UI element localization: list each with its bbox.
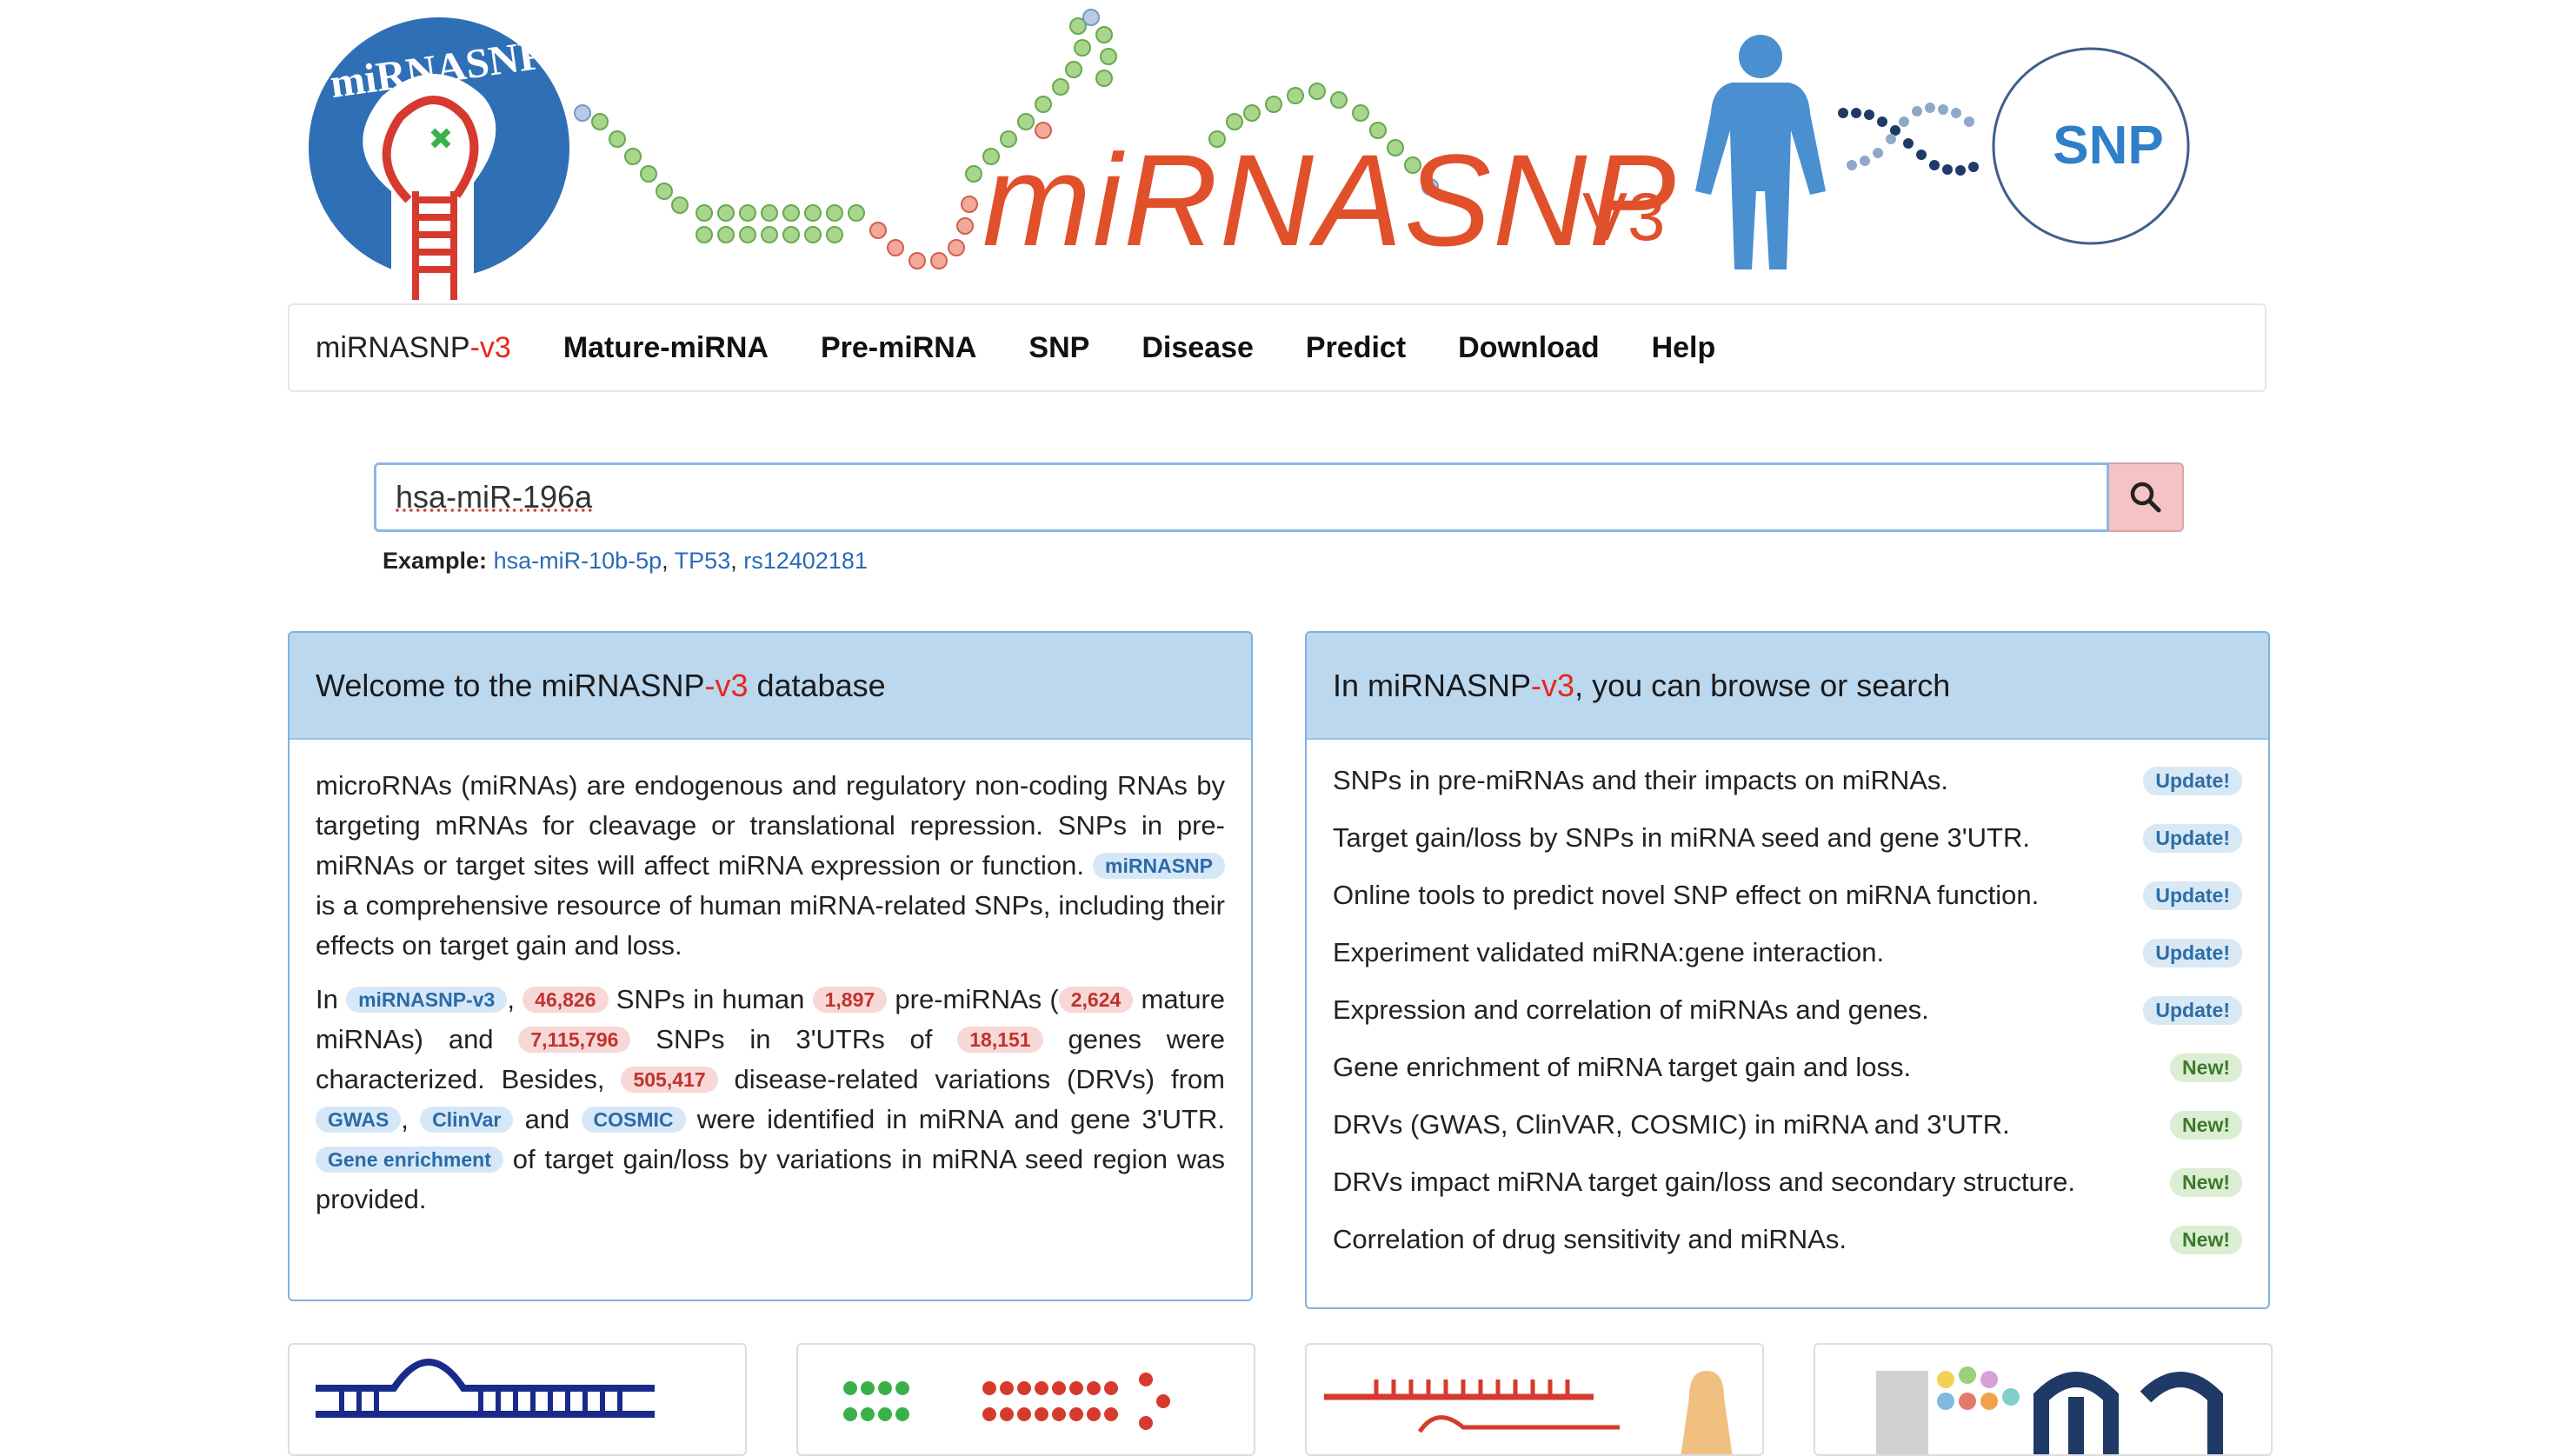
page: miRNASNP SNP miRNASNP V3 miRNASNP-v3 Mat… <box>0 0 2556 1456</box>
feature-item[interactable]: DRVs impact miRNA target gain/loss and s… <box>1333 1153 2242 1211</box>
new-badge: New! <box>2170 1167 2242 1197</box>
clinvar-tag[interactable]: ClinVar <box>420 1107 514 1133</box>
feature-list: SNPs in pre-miRNAs and their impacts on … <box>1307 740 2268 1268</box>
feature-item[interactable]: Target gain/loss by SNPs in miRNA seed a… <box>1333 809 2242 867</box>
stat-text: and <box>524 1104 570 1134</box>
example-link-mirna[interactable]: hsa-miR-10b-5p <box>494 548 662 574</box>
stat-text: disease-related variations (DRVs) from <box>734 1064 1225 1094</box>
mirnasnp-tag[interactable]: miRNASNP <box>1093 853 1225 879</box>
intro-paragraph-1: microRNAs (miRNAs) are endogenous and re… <box>316 766 1225 966</box>
gene-enrichment-tag[interactable]: Gene enrichment <box>316 1147 503 1173</box>
browse-title-prefix: In miRNASNP <box>1333 667 1532 703</box>
update-badge: Update! <box>2143 938 2242 967</box>
welcome-panel-title: Welcome to the miRNASNP -v3 database <box>290 633 1251 740</box>
snp-label: SNP <box>2053 116 2163 176</box>
feature-item[interactable]: DRVs (GWAS, ClinVAR, COSMIC) in miRNA an… <box>1333 1096 2242 1153</box>
nav-item-download[interactable]: Download <box>1458 331 1599 365</box>
thumbnail-disease[interactable] <box>1814 1343 2273 1456</box>
feature-text: Gene enrichment of miRNA target gain and… <box>1333 1052 1912 1082</box>
intro-paragraph-2: In miRNASNP-v3, 46,826 SNPs in human 1,8… <box>316 984 1226 1214</box>
search-examples: Example: hsa-miR-10b-5p, TP53, rs1240218… <box>383 548 868 574</box>
gwas-tag[interactable]: GWAS <box>316 1107 402 1133</box>
welcome-panel: Welcome to the miRNASNP -v3 database micr… <box>288 631 1253 1301</box>
hairpin-structure-icon <box>843 1373 1170 1430</box>
nav-item-pre-mirna[interactable]: Pre-miRNA <box>821 331 976 365</box>
banner-version: V3 <box>1582 178 1666 255</box>
new-badge: New! <box>2170 1225 2242 1254</box>
welcome-title-suffix: database <box>748 667 886 703</box>
nav-item-mature-mirna[interactable]: Mature-miRNA <box>563 331 769 365</box>
search-icon <box>2130 482 2161 513</box>
mature-mirna-count-badge[interactable]: 2,624 <box>1058 987 1134 1013</box>
welcome-intro: microRNAs (miRNAs) are endogenous and re… <box>290 740 1251 1220</box>
feature-text: Expression and correlation of miRNAs and… <box>1333 994 1929 1025</box>
feature-text: DRVs (GWAS, ClinVAR, COSMIC) in miRNA an… <box>1333 1109 2010 1140</box>
nav-item-snp[interactable]: SNP <box>1028 331 1089 365</box>
thumbnail-snp[interactable] <box>1305 1343 1764 1456</box>
top-navbar: miRNASNP-v3 Mature-miRNA Pre-miRNA SNP D… <box>288 303 2266 392</box>
thumbnail-pre-mirna[interactable] <box>796 1343 1255 1456</box>
feature-item[interactable]: Experiment validated miRNA:gene interact… <box>1333 924 2242 981</box>
snp-target-icon <box>1324 1371 1733 1454</box>
utr-snp-count-badge[interactable]: 7,115,796 <box>518 1027 631 1053</box>
feature-text: DRVs impact miRNA target gain/loss and s… <box>1333 1167 2076 1197</box>
update-badge: Update! <box>2143 766 2242 795</box>
browse-panel: In miRNASNP -v3, you can browse or search… <box>1305 631 2270 1309</box>
example-link-gene[interactable]: TP53 <box>675 548 731 574</box>
stat-text: were identified in miRNA and gene 3'UTR. <box>696 1104 1225 1134</box>
example-link-snp[interactable]: rs12402181 <box>743 548 868 574</box>
feature-item[interactable]: Gene enrichment of miRNA target gain and… <box>1333 1039 2242 1096</box>
intro-text-tail: is a comprehensive resource of human miR… <box>316 890 1225 961</box>
search-bar <box>374 462 2184 532</box>
snp-count-badge[interactable]: 46,826 <box>523 987 609 1013</box>
feature-text: Experiment validated miRNA:gene interact… <box>1333 937 1885 967</box>
nav-brand-link[interactable]: miRNASNP-v3 <box>316 331 511 365</box>
browse-panel-title: In miRNASNP -v3, you can browse or search <box>1307 633 2268 740</box>
feature-item[interactable]: SNPs in pre-miRNAs and their impacts on … <box>1333 752 2242 809</box>
example-label: Example: <box>383 548 488 574</box>
feature-text: SNPs in pre-miRNAs and their impacts on … <box>1333 765 1949 795</box>
welcome-title-version: -v3 <box>704 667 749 703</box>
feature-item[interactable]: Correlation of drug sensitivity and miRN… <box>1333 1211 2242 1268</box>
update-badge: Update! <box>2143 881 2242 910</box>
update-badge: Update! <box>2143 823 2242 853</box>
new-badge: New! <box>2170 1053 2242 1082</box>
gene-count-badge[interactable]: 18,151 <box>957 1027 1043 1053</box>
feature-text: Target gain/loss by SNPs in miRNA seed a… <box>1333 822 2030 853</box>
cosmic-tag[interactable]: COSMIC <box>581 1107 686 1133</box>
banner-title: miRNASNP <box>982 127 1678 273</box>
dna-dots-decoration <box>1838 103 1979 176</box>
drv-count-badge[interactable]: 505,417 <box>621 1067 718 1093</box>
site-banner: miRNASNP SNP miRNASNP V3 <box>287 0 2286 304</box>
nav-item-predict[interactable]: Predict <box>1306 331 1406 365</box>
update-badge: Update! <box>2143 995 2242 1025</box>
intro-text: microRNAs (miRNAs) are endogenous and re… <box>316 770 1225 881</box>
db-version-tag[interactable]: miRNASNP-v3 <box>346 987 508 1013</box>
stat-text: In <box>316 984 338 1014</box>
nav-brand-suffix: -v3 <box>469 330 511 364</box>
feature-item[interactable]: Expression and correlation of miRNAs and… <box>1333 981 2242 1039</box>
stat-text: pre-miRNAs ( <box>895 984 1059 1014</box>
stat-text: SNPs in human <box>616 984 805 1014</box>
disease-network-icon <box>1876 1366 2223 1454</box>
search-input[interactable] <box>374 462 2109 532</box>
browse-title-version: -v3 <box>1531 667 1575 703</box>
feature-item[interactable]: Online tools to predict novel SNP effect… <box>1333 867 2242 924</box>
nav-brand-prefix: miRNASNP <box>316 330 470 364</box>
browse-title-suffix: , you can browse or search <box>1574 667 1951 703</box>
search-button[interactable] <box>2109 462 2184 532</box>
nav-item-disease[interactable]: Disease <box>1142 331 1254 365</box>
pre-mirna-count-badge[interactable]: 1,897 <box>812 987 888 1013</box>
stat-text: SNPs in 3'UTRs of <box>656 1024 933 1054</box>
feature-text: Correlation of drug sensitivity and miRN… <box>1333 1224 1847 1254</box>
welcome-title-prefix: Welcome to the miRNASNP <box>316 667 705 703</box>
feature-text: Online tools to predict novel SNP effect… <box>1333 880 2040 910</box>
human-silhouette-icon <box>1695 35 1826 269</box>
new-badge: New! <box>2170 1110 2242 1140</box>
mirna-duplex-icon <box>316 1358 655 1418</box>
thumbnail-mature-mirna[interactable] <box>288 1343 747 1456</box>
nav-item-help[interactable]: Help <box>1652 331 1716 365</box>
